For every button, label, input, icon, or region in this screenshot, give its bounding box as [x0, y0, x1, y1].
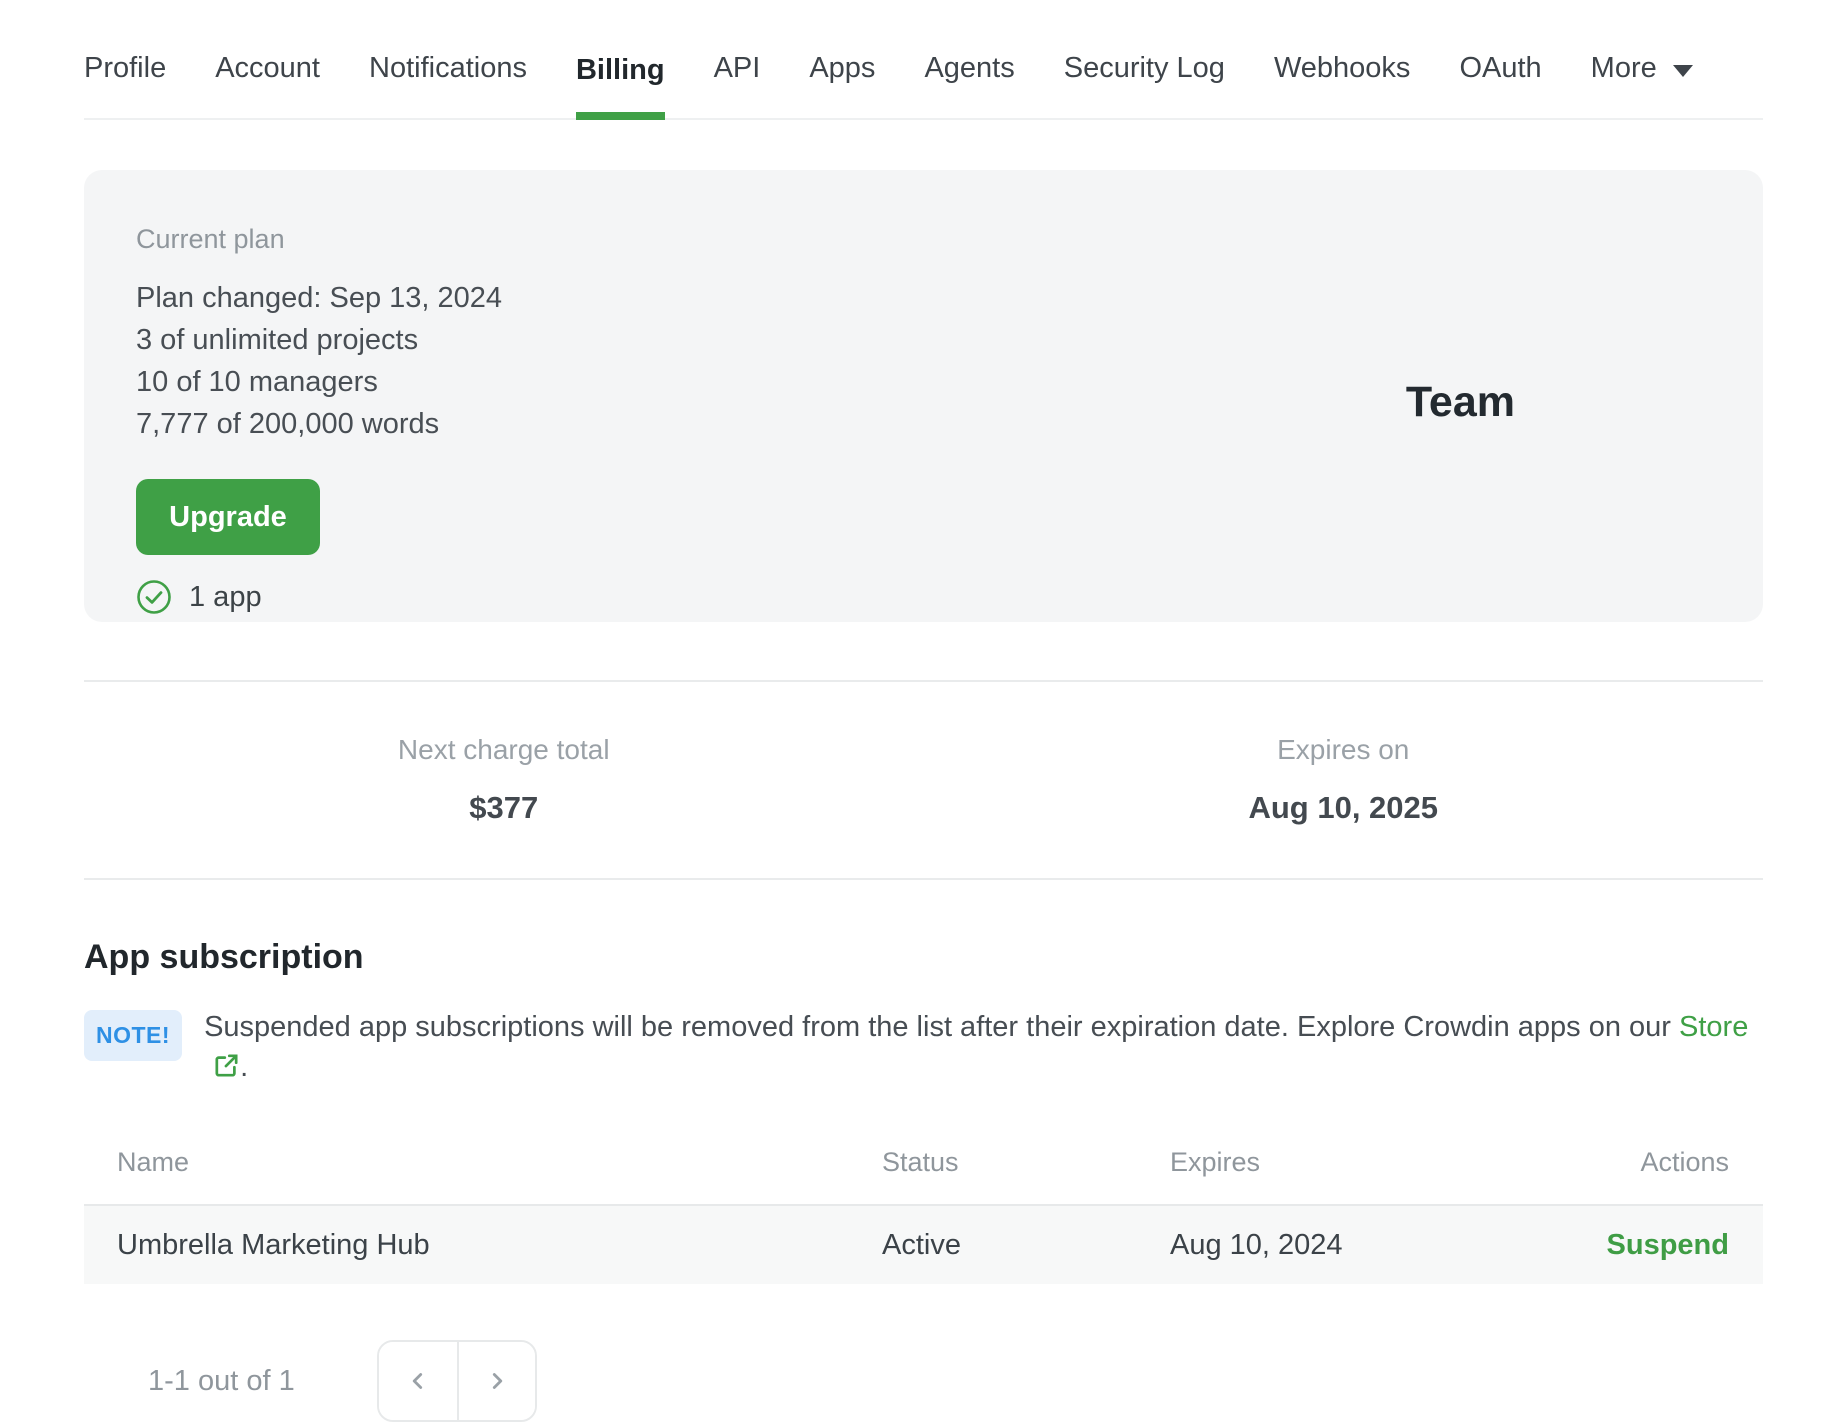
apps-count-label: 1 app: [189, 580, 262, 613]
tab-account[interactable]: Account: [215, 52, 320, 118]
store-link[interactable]: Store: [1679, 1011, 1748, 1043]
expires-on-value: Aug 10, 2025: [1248, 790, 1439, 825]
pagination-summary: 1-1 out of 1: [148, 1364, 295, 1397]
tab-billing[interactable]: Billing: [575, 54, 665, 120]
chevron-right-icon: [492, 1373, 502, 1389]
billing-summary: Next charge total $377 Expires on Aug 10…: [84, 682, 1763, 826]
subscription-expires: Aug 10, 2024: [1170, 1228, 1343, 1261]
next-charge-value: $377: [469, 790, 539, 825]
tab-webhooks[interactable]: Webhooks: [1274, 52, 1411, 118]
upgrade-button[interactable]: Upgrade: [136, 479, 320, 555]
note-text-suffix: .: [240, 1051, 249, 1083]
chevron-left-icon: [412, 1373, 422, 1389]
projects-usage-line: 3 of unlimited projects: [136, 324, 419, 356]
expires-on-block: Expires on Aug 10, 2025: [924, 734, 1764, 826]
column-header-name: Name: [117, 1147, 190, 1177]
subscription-status: Active: [882, 1228, 961, 1261]
next-charge-label: Next charge total: [397, 734, 610, 765]
previous-page-button[interactable]: [378, 1342, 457, 1420]
column-header-expires: Expires: [1170, 1147, 1261, 1177]
plan-changed-line: Plan changed: Sep 13, 2024: [136, 282, 503, 314]
subscriptions-table: Name Status Expires Actions Umbrella Mar…: [84, 1127, 1763, 1284]
next-charge-block: Next charge total $377: [84, 734, 924, 826]
next-page-button[interactable]: [456, 1342, 535, 1420]
table-row: Umbrella Marketing Hub Active Aug 10, 20…: [84, 1206, 1763, 1284]
note-text-body: Suspended app subscriptions will be remo…: [204, 1011, 1671, 1043]
tab-api[interactable]: API: [714, 52, 761, 118]
pager-buttons: [376, 1340, 537, 1422]
tab-more[interactable]: More: [1591, 52, 1693, 118]
tab-notifications[interactable]: Notifications: [369, 52, 527, 118]
check-circle-icon: [137, 580, 171, 614]
tab-security-log[interactable]: Security Log: [1064, 52, 1225, 118]
section-divider: [84, 878, 1763, 880]
note-text: Suspended app subscriptions will be remo…: [204, 1007, 1763, 1087]
current-plan-card: Current plan Plan changed: Sep 13, 2024 …: [84, 170, 1763, 622]
suspend-link[interactable]: Suspend: [1607, 1229, 1729, 1261]
app-subscription-title: App subscription: [84, 938, 364, 976]
plan-name: Team: [1405, 378, 1515, 426]
app-subscription-section: App subscription NOTE! Suspended app sub…: [84, 938, 1763, 1422]
external-link-icon: [215, 1054, 238, 1077]
subscription-name: Umbrella Marketing Hub: [117, 1228, 430, 1261]
tab-apps[interactable]: Apps: [809, 52, 875, 118]
tab-agents[interactable]: Agents: [924, 52, 1014, 118]
pagination: 1-1 out of 1: [84, 1340, 1763, 1422]
expires-on-label: Expires on: [1277, 734, 1410, 765]
column-header-actions: Actions: [1640, 1147, 1729, 1177]
billing-settings-page: Profile Account Notifications Billing AP…: [0, 0, 1847, 1422]
chevron-down-icon: [1672, 64, 1693, 77]
current-plan-label: Current plan: [136, 224, 285, 254]
apps-count-row: 1 app: [136, 579, 1707, 615]
tab-oauth[interactable]: OAuth: [1459, 52, 1541, 118]
subscription-note: NOTE! Suspended app subscriptions will b…: [84, 1007, 1763, 1087]
note-badge: NOTE!: [84, 1010, 183, 1061]
settings-tabs: Profile Account Notifications Billing AP…: [84, 0, 1763, 120]
column-header-status: Status: [882, 1147, 959, 1177]
tab-profile[interactable]: Profile: [84, 52, 166, 118]
table-header-row: Name Status Expires Actions: [84, 1127, 1763, 1206]
tab-more-label: More: [1590, 52, 1657, 84]
